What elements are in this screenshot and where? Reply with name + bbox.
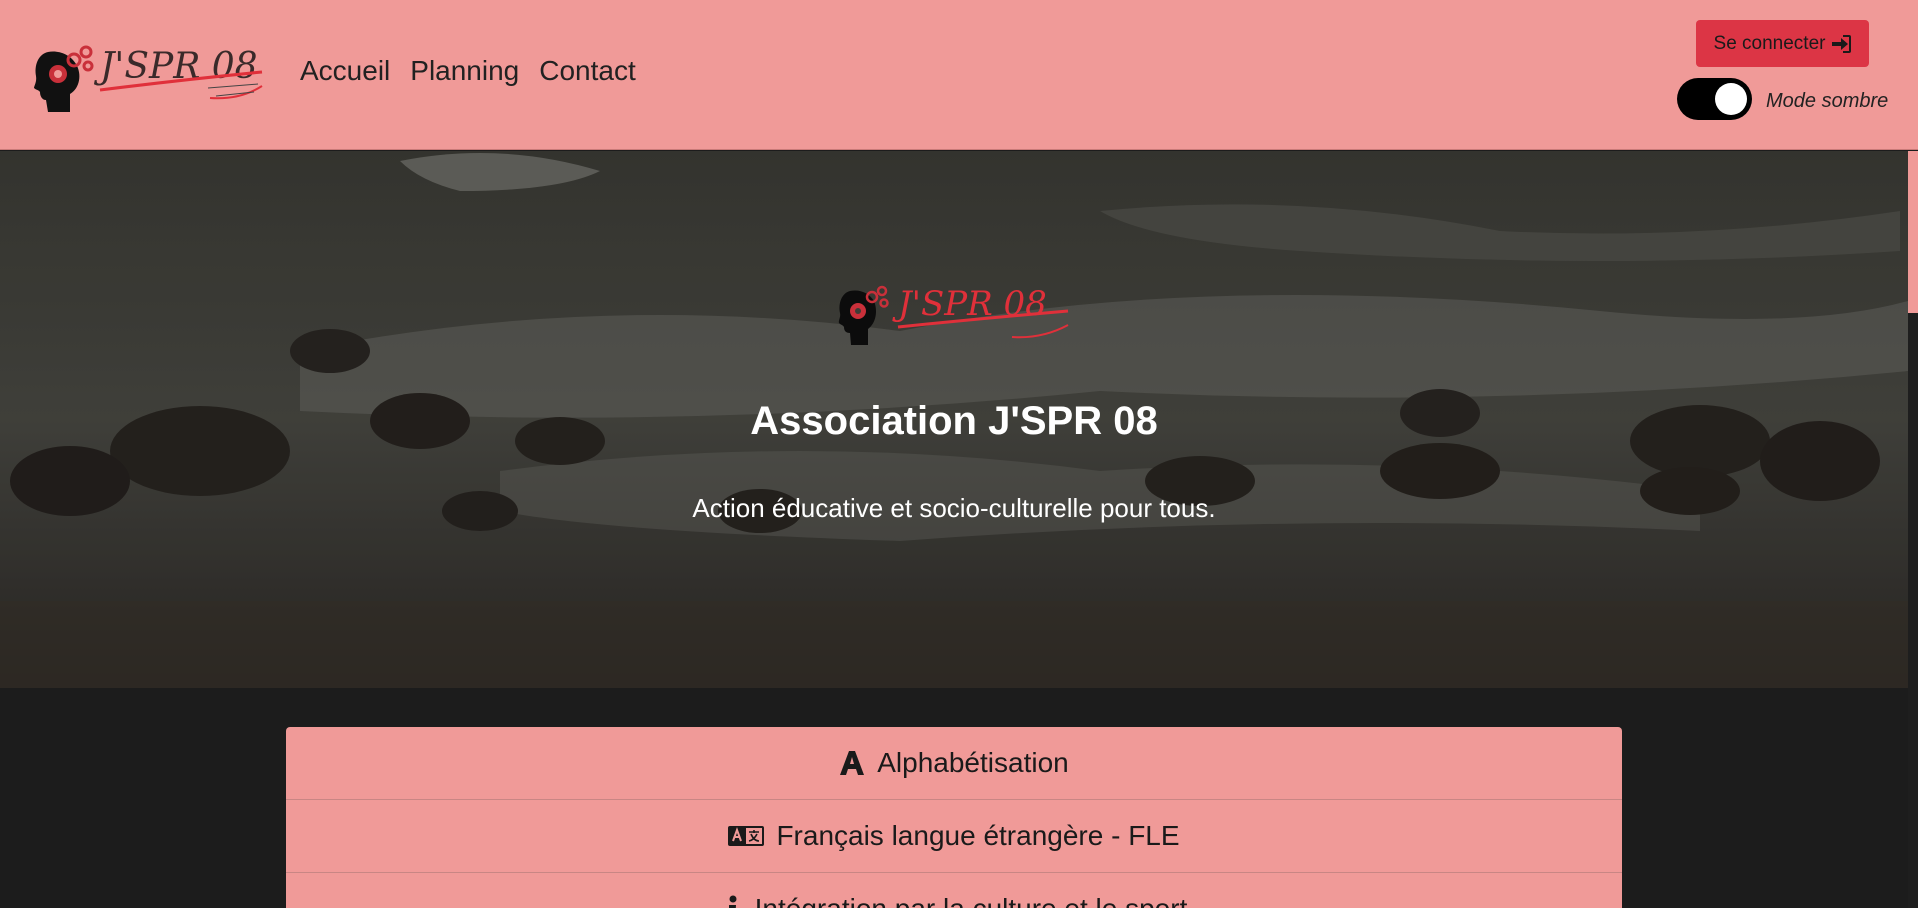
activity-list: Alphabétisation Français langue étrangèr… [286, 727, 1622, 908]
hero-logo-text: J'SPR 08 [892, 284, 1047, 324]
login-button[interactable]: Se connecter [1696, 20, 1869, 67]
letter-a-icon [839, 749, 865, 777]
hero-logo: J'SPR 08 [838, 284, 1069, 345]
nav-accueil[interactable]: Accueil [300, 55, 390, 87]
person-icon [721, 895, 743, 908]
hero-banner: J'SPR 08 Association J'SPR 08 Action édu… [0, 151, 1908, 688]
dark-mode-toggle[interactable] [1677, 78, 1752, 120]
nav-planning[interactable]: Planning [410, 55, 519, 87]
hero-title: Association J'SPR 08 [750, 399, 1158, 443]
toggle-knob [1715, 83, 1747, 115]
site-header: J'SPR 08 Accueil Planning Contact Se con… [0, 0, 1918, 150]
activity-label: Alphabétisation [877, 747, 1069, 778]
sign-in-icon [1832, 34, 1852, 53]
activity-label: Français langue étrangère - FLE [776, 820, 1180, 851]
activity-fle[interactable]: Français langue étrangère - FLE [286, 800, 1622, 873]
scrollbar-thumb[interactable] [1908, 151, 1918, 313]
activity-label: Intégration par la culture et le sport [755, 893, 1188, 908]
main-nav: Accueil Planning Contact [300, 55, 636, 87]
activity-alphabetisation[interactable]: Alphabétisation [286, 727, 1622, 800]
activity-integration[interactable]: Intégration par la culture et le sport [286, 873, 1622, 908]
login-label: Se connecter [1713, 32, 1826, 54]
hero-subtitle: Action éducative et socio-culturelle pou… [692, 493, 1216, 523]
dark-mode-label: Mode sombre [1766, 90, 1889, 112]
page: J'SPR 08 Accueil Planning Contact Se con… [0, 0, 1918, 908]
nav-contact[interactable]: Contact [539, 55, 636, 87]
site-logo[interactable]: J'SPR 08 [30, 30, 270, 120]
language-icon [728, 825, 765, 847]
